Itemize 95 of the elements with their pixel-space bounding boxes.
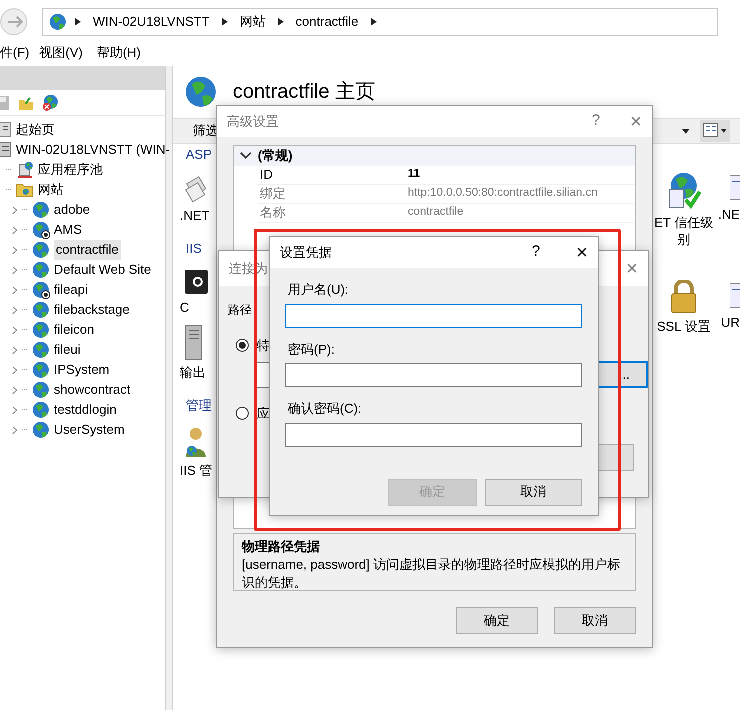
help-button[interactable]: ?	[592, 110, 600, 133]
breadcrumb-item[interactable]: 网站	[236, 12, 270, 32]
tree-connector-icon	[22, 269, 28, 271]
description-text: [username, password] 访问虚拟目录的物理路径时应模拟的用户标识的凭据。	[242, 556, 622, 592]
property-name: 名称	[259, 204, 287, 222]
close-button[interactable]: ×	[576, 238, 588, 268]
chevron-right-icon	[75, 18, 81, 26]
dropdown-arrow-icon[interactable]	[682, 128, 690, 134]
radio-button[interactable]	[236, 338, 249, 352]
feature-label[interactable]: C	[180, 298, 190, 317]
folder-icon	[16, 182, 34, 198]
description-title: 物理路径凭据	[242, 538, 321, 556]
disconnect-globe-icon[interactable]	[42, 94, 60, 112]
ok-button[interactable]: 确定	[456, 607, 538, 634]
menu-item[interactable]: 帮助(H)	[96, 43, 141, 63]
feature-label[interactable]: ET 信任级别	[651, 214, 717, 248]
tree-item[interactable]: 起始页	[16, 120, 55, 140]
property-name: 绑定	[259, 185, 287, 204]
dialog-title: 高级设置	[227, 112, 280, 131]
text-field[interactable]	[285, 304, 582, 328]
tree-connector-icon	[6, 169, 12, 171]
breadcrumb-item[interactable]: contractfile	[292, 12, 363, 32]
property-name: ID	[259, 166, 274, 184]
tree-connector-icon	[22, 409, 28, 411]
tree-item[interactable]: showcontract	[54, 380, 131, 400]
tree-item[interactable]: WIN-02U18LVNSTT (WIN-	[16, 140, 170, 160]
documents-icon[interactable]	[184, 174, 208, 204]
tree-item[interactable]: testddlogin	[54, 400, 117, 420]
breadcrumb-item[interactable]: WIN-02U18LVNSTT	[89, 12, 214, 32]
app-pool-icon	[16, 161, 34, 179]
tree-item[interactable]: UserSystem	[54, 420, 125, 440]
console-icon[interactable]	[184, 268, 208, 296]
tree-item[interactable]: fileapi	[54, 280, 88, 300]
feature-label[interactable]: IIS 管	[180, 460, 213, 480]
chevron-right-icon	[222, 18, 228, 26]
tree-item[interactable]: filebackstage	[54, 300, 130, 320]
text-field[interactable]	[285, 363, 582, 387]
radio-label[interactable]: 特	[257, 336, 270, 355]
feature-label[interactable]: UR	[721, 314, 740, 331]
property-value[interactable]: http:10.0.0.50:80:contractfile.silian.cn	[408, 185, 598, 203]
tree-connector-icon	[22, 369, 28, 371]
category-label: (常规)	[258, 147, 293, 166]
feature-label[interactable]: SSL 设置	[651, 318, 717, 335]
tree-connector-icon	[22, 389, 28, 391]
property-value[interactable]: contractfile	[408, 204, 464, 222]
globe-icon	[185, 76, 217, 108]
feature-label[interactable]: 输出	[180, 363, 206, 382]
tree-item[interactable]: fileui	[54, 340, 81, 360]
group-heading: IIS	[186, 240, 203, 258]
tree-item[interactable]: contractfile	[54, 240, 121, 260]
tree-item[interactable]: AMS	[54, 220, 82, 240]
tree-connector-icon	[22, 289, 28, 291]
page-title: contractfile 主页	[233, 80, 376, 105]
group-heading: 管理	[186, 396, 213, 415]
tree-item[interactable]: Default Web Site	[54, 260, 152, 280]
menu-item[interactable]: 视图(V)	[40, 43, 83, 63]
property-value[interactable]: 11	[408, 166, 420, 184]
field-label: 确认密码(C):	[288, 400, 363, 418]
tree-connector-icon	[22, 229, 28, 231]
tree-connector-icon	[22, 249, 28, 251]
view-mode-icon[interactable]	[700, 120, 730, 142]
cancel-button[interactable]: 取消	[554, 607, 636, 634]
tree-item[interactable]: 网站	[38, 180, 64, 200]
field-label: 用户名(U):	[288, 281, 350, 299]
tree-item[interactable]: adobe	[54, 200, 90, 220]
radio-button[interactable]	[236, 407, 249, 420]
folder-arrow-icon[interactable]	[18, 94, 34, 110]
field-label: 密码(P):	[288, 340, 336, 359]
tree-connector-icon	[22, 329, 28, 331]
menu-item[interactable]: 件(F)	[0, 43, 30, 63]
feature-label[interactable]: .NE	[718, 206, 740, 223]
globe-icon	[49, 13, 67, 31]
chevron-right-icon	[370, 18, 377, 26]
tree-connector-icon	[6, 189, 12, 191]
tree-item[interactable]: 应用程序池	[38, 160, 103, 180]
padlock-icon[interactable]	[669, 280, 699, 314]
tree-item[interactable]: fileicon	[54, 320, 94, 340]
close-button[interactable]: ×	[630, 106, 642, 136]
server-icon[interactable]	[184, 325, 204, 361]
start-page-icon	[0, 122, 12, 138]
chevron-right-icon	[278, 18, 284, 26]
tree-item[interactable]: IPSystem	[54, 360, 110, 380]
field-label: 路径	[228, 303, 252, 317]
close-button[interactable]: ×	[626, 254, 638, 284]
group-heading: ASP	[186, 146, 214, 164]
text-field[interactable]	[285, 422, 582, 446]
tree-connector-icon	[22, 429, 28, 431]
address-bar[interactable]: WIN-02U18LVNSTT 网站 contractfile	[42, 8, 718, 36]
help-button[interactable]: ?	[532, 241, 540, 264]
tree-connector-icon	[22, 309, 28, 311]
cancel-button[interactable]: 取消	[485, 478, 582, 506]
tree-connector-icon	[22, 209, 28, 211]
tree-connector-icon	[22, 349, 28, 351]
dialog-title: 设置凭据	[280, 244, 333, 262]
feature-label[interactable]: .NET	[180, 206, 210, 226]
